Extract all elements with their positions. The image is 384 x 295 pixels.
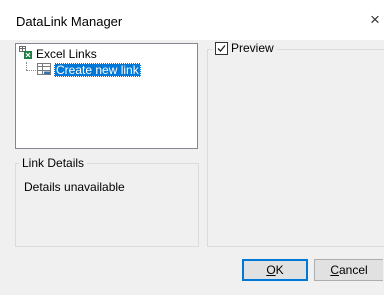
preview-group: Preview: [207, 41, 384, 247]
tree-item-excel-links[interactable]: Excel Links: [19, 46, 97, 62]
tree-item-label: Excel Links: [36, 47, 97, 61]
excel-links-icon: [19, 46, 33, 62]
preview-toggle[interactable]: Preview: [213, 41, 277, 55]
cancel-button[interactable]: Cancel: [314, 259, 383, 281]
tree-connector: [26, 62, 27, 70]
ok-label-rest: K: [275, 263, 284, 277]
links-tree[interactable]: Excel Links Create new link: [15, 43, 198, 149]
window-title: DataLink Manager: [16, 14, 123, 29]
close-button[interactable]: ×: [370, 8, 384, 32]
link-details-text: Details unavailable: [24, 180, 125, 194]
table-link-icon: [37, 62, 51, 78]
cancel-label-rest: ancel: [338, 263, 368, 277]
tree-item-label: Create new link: [54, 63, 141, 77]
cancel-mnemonic: C: [330, 263, 339, 277]
ok-mnemonic: O: [266, 263, 276, 277]
datalink-manager-dialog: DataLink Manager × Excel Links Create ne…: [0, 0, 384, 295]
ok-button[interactable]: OK: [242, 259, 308, 281]
link-details-group: Link Details Details unavailable: [15, 156, 199, 247]
link-details-caption: Link Details: [19, 156, 88, 170]
checkmark-icon: [217, 44, 226, 52]
preview-checkbox[interactable]: [215, 41, 228, 55]
preview-label: Preview: [231, 41, 274, 55]
tree-connector: [26, 70, 36, 71]
title-bar: DataLink Manager ×: [0, 0, 384, 40]
tree-item-create-new-link[interactable]: Create new link: [37, 62, 141, 78]
